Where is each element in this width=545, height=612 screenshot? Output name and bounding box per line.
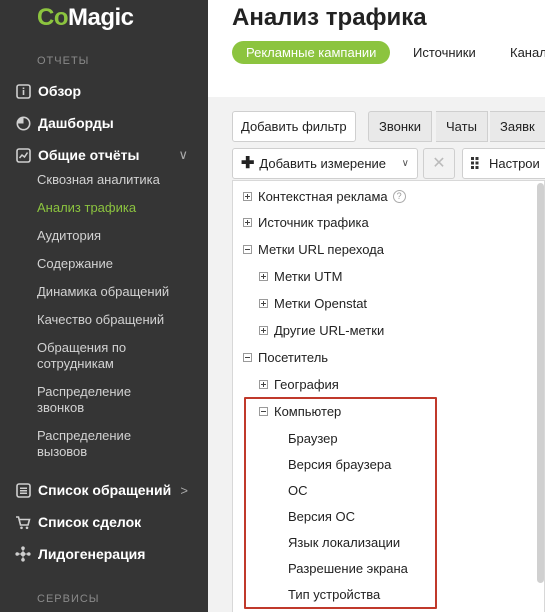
nav-label: Список сделок xyxy=(38,514,142,530)
plus-icon: ✚ xyxy=(241,155,255,172)
subnav-dials-distribution[interactable]: Распределение вызовов xyxy=(37,428,147,460)
tree-item-utm-tags[interactable]: Метки UTM xyxy=(259,265,342,287)
segment-chats[interactable]: Чаты xyxy=(436,111,488,142)
page-title: Анализ трафика xyxy=(232,4,427,31)
info-icon xyxy=(15,83,31,99)
segment-calls[interactable]: Звонки xyxy=(368,111,432,142)
subnav-end-to-end[interactable]: Сквозная аналитика xyxy=(37,172,197,188)
collapse-icon[interactable] xyxy=(243,244,252,254)
tab-channels[interactable]: Канал xyxy=(510,41,545,64)
tree-item-openstat-tags[interactable]: Метки Openstat xyxy=(259,292,367,314)
nav-label: Список обращений xyxy=(38,482,172,498)
clear-dimension-button[interactable]: ✕ xyxy=(423,148,455,179)
scrollbar[interactable] xyxy=(537,183,544,583)
logo[interactable]: CoMagic xyxy=(37,4,134,32)
highlight-box xyxy=(244,397,437,609)
expand-icon[interactable] xyxy=(243,191,252,201)
expand-icon[interactable] xyxy=(259,298,268,308)
expand-icon[interactable] xyxy=(243,217,252,227)
nav-label: Дашборды xyxy=(38,115,114,131)
tab-ad-campaigns[interactable]: Рекламные кампании xyxy=(232,41,391,64)
section-label-reports: ОТЧЕТЫ xyxy=(37,55,90,67)
section-label-services: СЕРВИСЫ xyxy=(37,593,100,605)
add-dimension-button[interactable]: ✚ Добавить измерение ∨ xyxy=(232,148,418,179)
segment-requests[interactable]: Заявк xyxy=(490,111,545,142)
nav-item-dashboards[interactable]: Дашборды xyxy=(0,110,208,136)
nav-label: Общие отчёты xyxy=(38,147,140,163)
main-area: Анализ трафика Рекламные кампании Источн… xyxy=(208,0,545,612)
sidebar: CoMagic ОТЧЕТЫ Обзор Дашборды Общие отчё… xyxy=(0,0,208,612)
expand-icon[interactable] xyxy=(259,271,268,281)
nav-item-general-reports[interactable]: Общие отчёты ∨ xyxy=(0,142,208,168)
chevron-down-icon: ∨ xyxy=(178,147,188,162)
tree-item-other-url-tags[interactable]: Другие URL-метки xyxy=(259,319,384,341)
close-icon: ✕ xyxy=(432,155,446,172)
nav-item-leadgen[interactable]: Лидогенерация xyxy=(0,541,208,567)
network-icon xyxy=(15,546,31,562)
list-icon xyxy=(15,482,31,498)
grid-icon xyxy=(471,150,483,179)
subnav-content[interactable]: Содержание xyxy=(37,256,197,272)
help-icon[interactable]: ? xyxy=(392,189,406,203)
tree-item-geography[interactable]: География xyxy=(259,373,339,395)
subnav-audience[interactable]: Аудитория xyxy=(37,228,197,244)
tree-item-visitor[interactable]: Посетитель xyxy=(243,346,328,368)
nav-item-overview[interactable]: Обзор xyxy=(0,78,208,104)
chevron-right-icon: > xyxy=(180,482,188,498)
pie-chart-icon xyxy=(15,115,31,131)
subnav-calls-distribution[interactable]: Распределение звонков xyxy=(37,384,147,416)
nav-label: Лидогенерация xyxy=(38,546,146,562)
nav-item-deals-list[interactable]: Список сделок xyxy=(0,509,208,535)
tree-item-url-tags[interactable]: Метки URL перехода xyxy=(243,238,384,260)
subnav-requests-quality[interactable]: Качество обращений xyxy=(37,312,197,328)
chart-icon xyxy=(15,147,31,163)
subnav-traffic-analysis[interactable]: Анализ трафика xyxy=(37,200,197,216)
subnav-requests-dynamics[interactable]: Динамика обращений xyxy=(37,284,197,300)
tab-sources[interactable]: Источники xyxy=(413,41,476,64)
cart-icon xyxy=(15,514,31,530)
settings-button[interactable]: Настрои xyxy=(462,148,545,179)
expand-icon[interactable] xyxy=(259,379,268,389)
subnav-requests-by-employee[interactable]: Обращения по сотрудникам xyxy=(37,340,147,372)
collapse-icon[interactable] xyxy=(243,352,252,362)
nav-item-requests-list[interactable]: Список обращений > xyxy=(0,477,208,503)
tree-item-traffic-source[interactable]: Источник трафика xyxy=(243,211,369,233)
expand-icon[interactable] xyxy=(259,325,268,335)
tree-item-context-ads[interactable]: Контекстная реклама ? xyxy=(243,185,406,207)
add-filter-button[interactable]: Добавить фильтр xyxy=(232,111,356,142)
chevron-down-icon: ∨ xyxy=(401,158,409,169)
nav-label: Обзор xyxy=(38,83,82,99)
